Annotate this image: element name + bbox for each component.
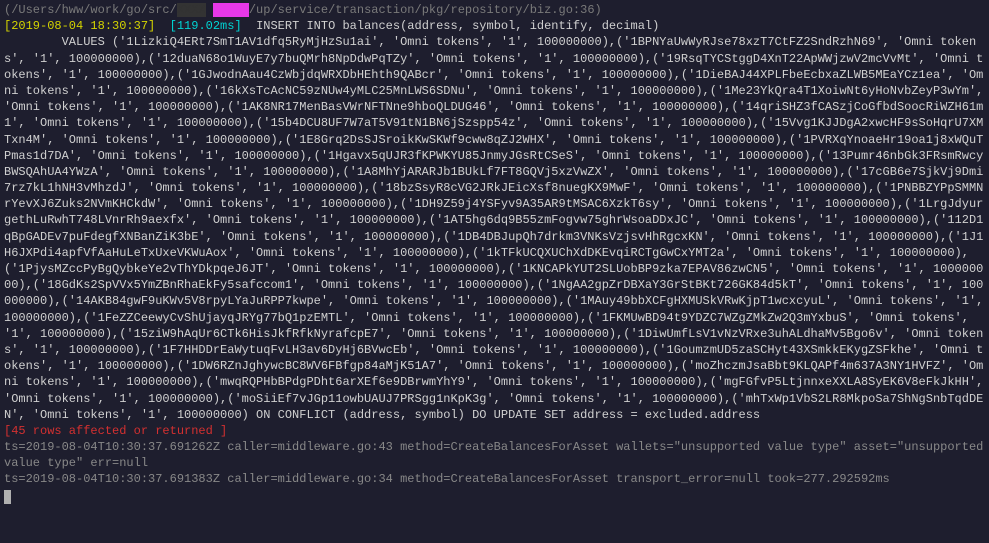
log-line-1: ts=2019-08-04T10:30:37.691262Z caller=mi…: [4, 440, 989, 470]
redacted-segment: XXXX: [177, 3, 206, 17]
cursor: [4, 490, 11, 504]
terminal-output: (/Users/hww/work/go/src/XXXX XXXXX/up/se…: [4, 2, 985, 504]
redacted-segment: XXXXX: [213, 3, 249, 17]
sql-values: VALUES ('1LizkiQ4ERt7SmT1AV1dfq5RyMjHzSu…: [4, 35, 989, 421]
timestamp: [2019-08-04 18:30:37]: [4, 19, 155, 33]
sql-insert: INSERT INTO balances(address, symbol, id…: [256, 19, 659, 33]
rows-affected: [45 rows affected or returned ]: [4, 424, 227, 438]
duration: [119.02ms]: [170, 19, 242, 33]
source-path: (/Users/hww/work/go/src/XXXX XXXXX/up/se…: [4, 3, 602, 17]
log-line-2: ts=2019-08-04T10:30:37.691383Z caller=mi…: [4, 472, 890, 486]
